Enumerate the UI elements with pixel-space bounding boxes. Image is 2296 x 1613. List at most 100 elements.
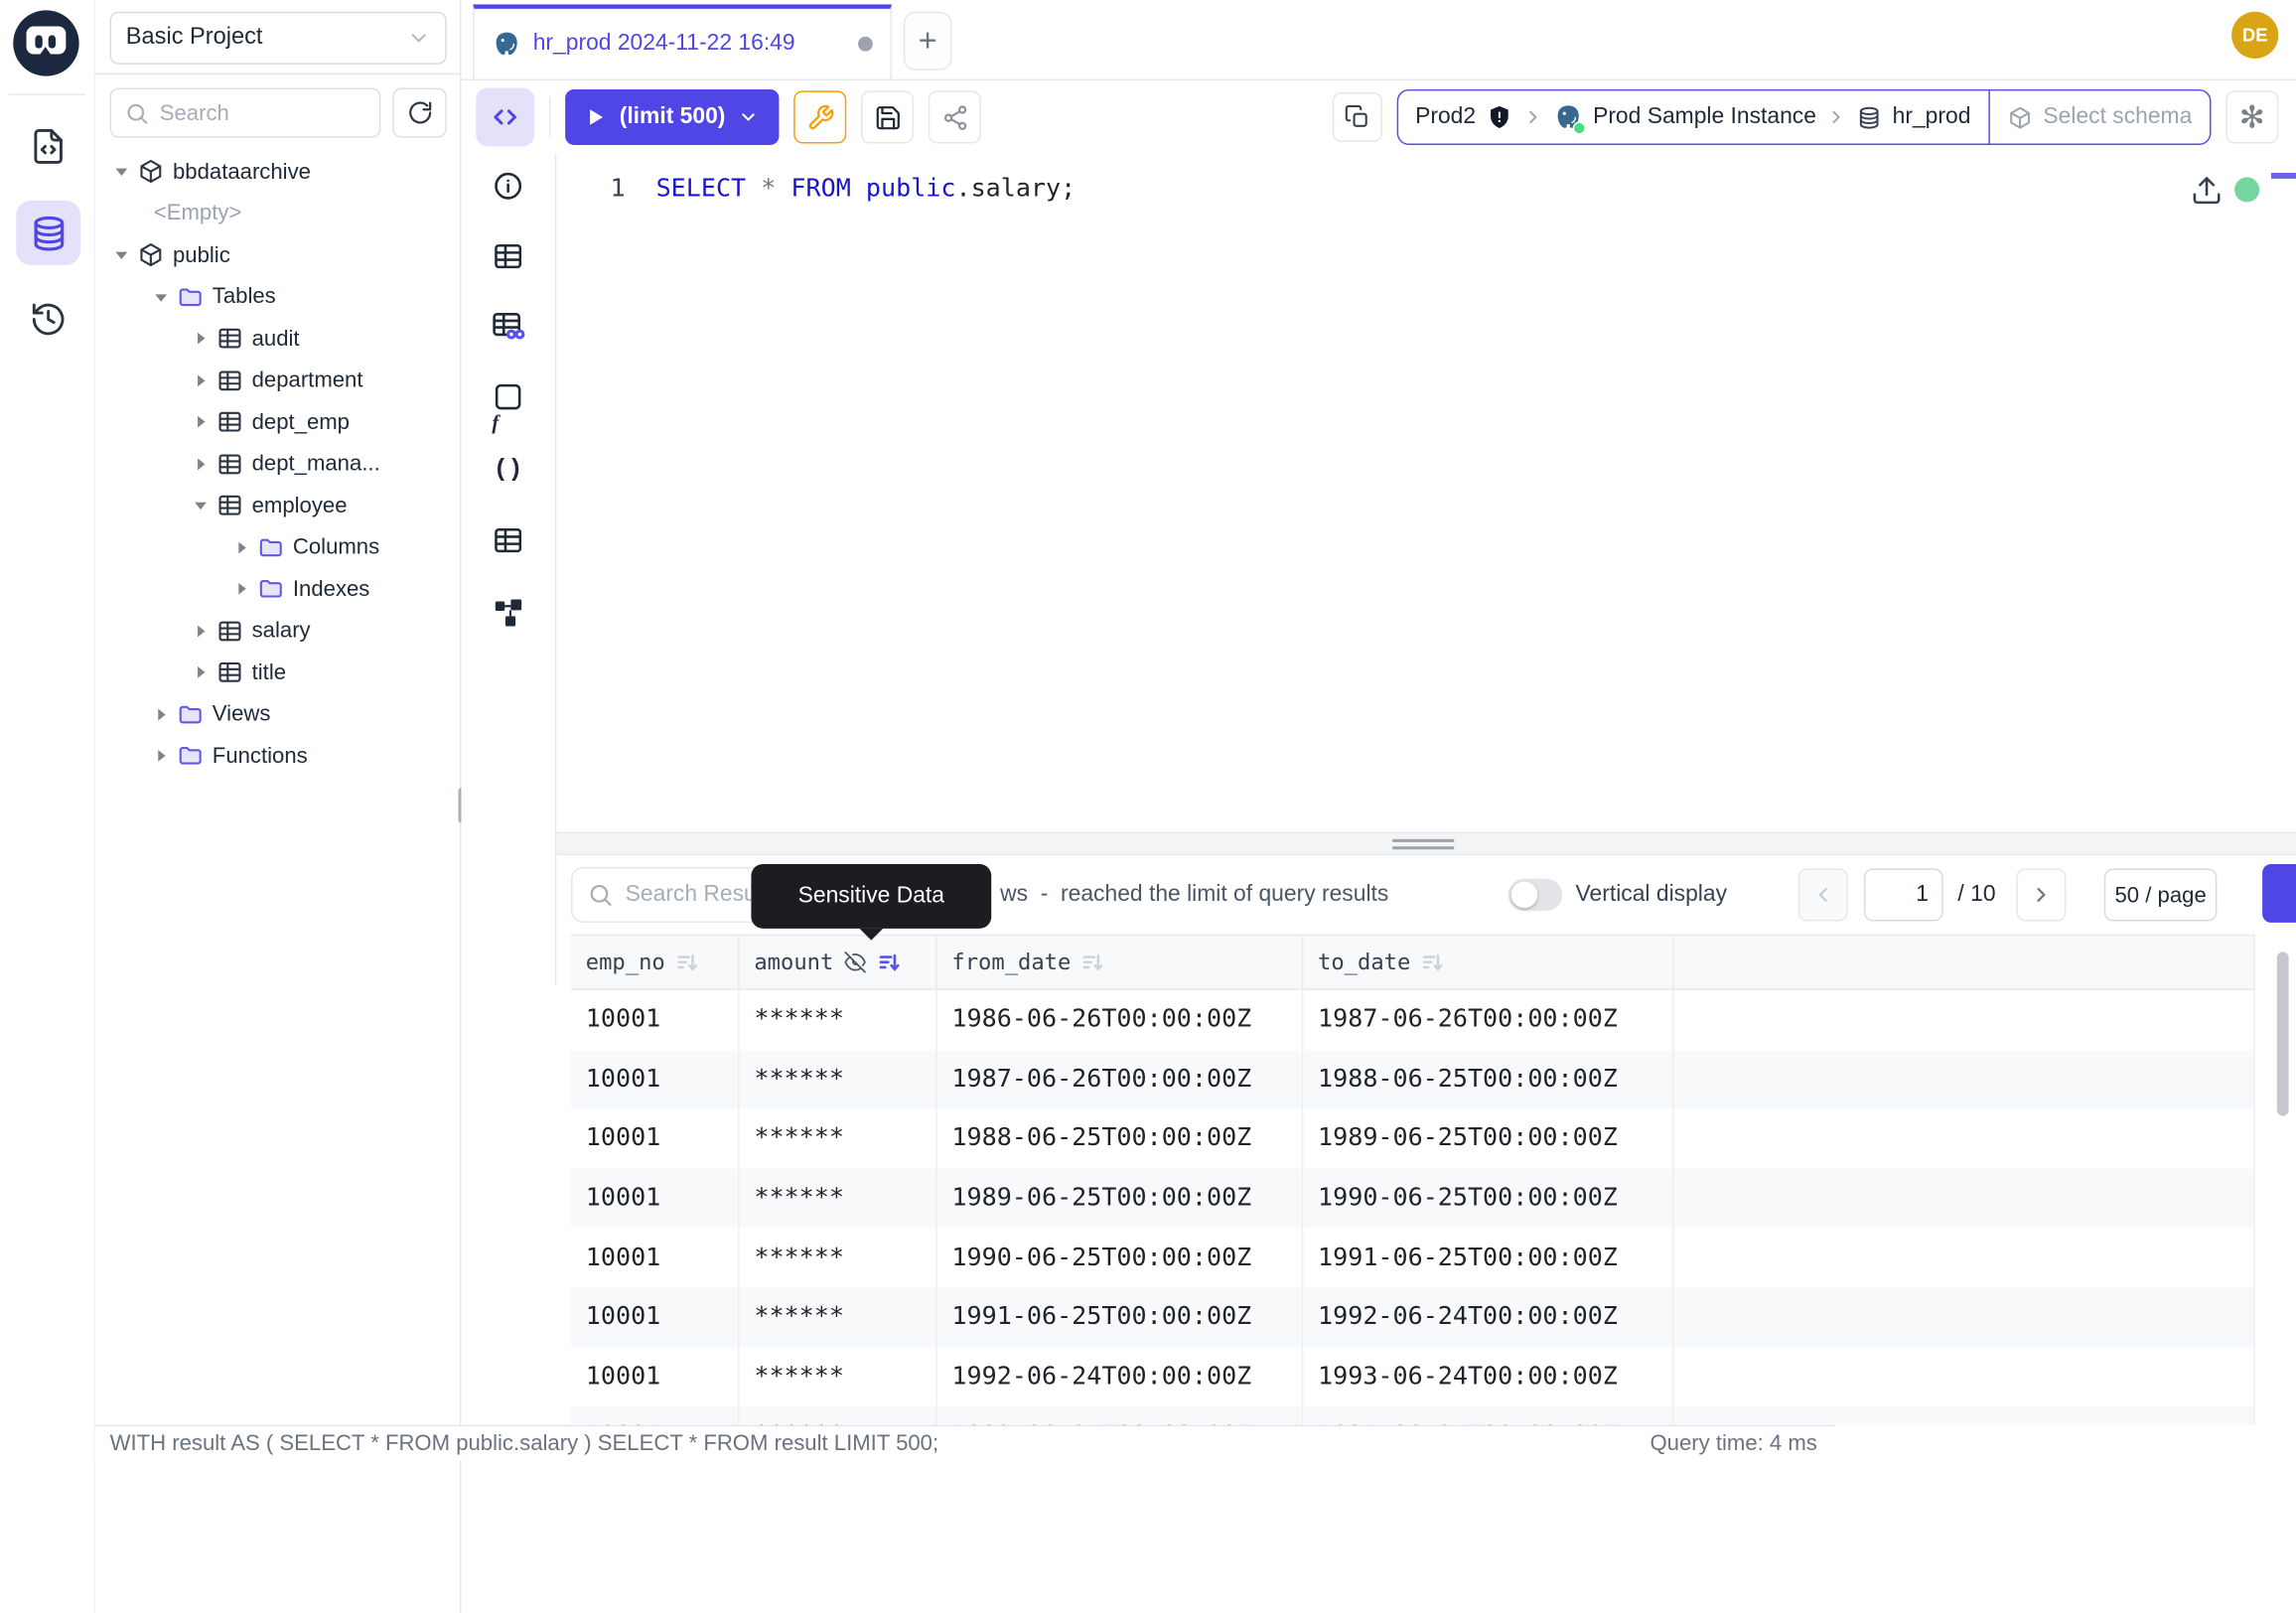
connection-health-dot xyxy=(2234,177,2259,202)
sql-keyword: FROM xyxy=(790,174,850,203)
upload-sql-button[interactable] xyxy=(2191,174,2223,206)
environment-label: Prod2 xyxy=(1415,104,1476,131)
panel-splitter[interactable] xyxy=(556,832,2296,856)
postgres-icon xyxy=(1553,102,1582,131)
prev-page-button[interactable] xyxy=(1798,868,1848,921)
executed-sql-text: WITH result AS ( SELECT * FROM public.sa… xyxy=(110,1426,939,1461)
tree-item-public[interactable]: public xyxy=(95,234,462,276)
user-avatar[interactable]: DE xyxy=(2231,12,2278,59)
table-row[interactable]: 10001 ****** 1986-06-26T00:00:00Z 1987-0… xyxy=(571,990,2255,1050)
functions-panel-button[interactable]: f xyxy=(491,379,525,414)
tree-item-audit[interactable]: audit xyxy=(95,318,462,360)
tree-item-salary[interactable]: salary xyxy=(95,610,462,652)
caret-down-icon[interactable] xyxy=(154,290,169,305)
tree-item-bbdataarchive[interactable]: bbdataarchive xyxy=(95,151,462,193)
openai-icon: ✻ xyxy=(2239,99,2265,136)
caret-right-icon[interactable] xyxy=(234,582,249,597)
sql-code-line[interactable]: SELECT * FROM public.salary; xyxy=(656,174,1076,203)
column-header-emp_no[interactable]: emp_no xyxy=(571,936,740,988)
tree-item-department[interactable]: department xyxy=(95,360,462,401)
caret-down-icon[interactable] xyxy=(194,499,209,513)
add-tab-button[interactable]: + xyxy=(904,12,952,71)
ai-assistant-button[interactable]: ✻ xyxy=(2225,90,2278,143)
column-header-from_date[interactable]: from_date xyxy=(937,936,1304,988)
caret-right-icon[interactable] xyxy=(194,373,209,388)
run-query-button[interactable]: (limit 500) xyxy=(565,89,780,145)
caret-down-icon[interactable] xyxy=(114,248,129,263)
table-row[interactable]: 10001 ****** 1992-06-24T00:00:00Z 1993-0… xyxy=(571,1347,2255,1406)
refresh-schema-button[interactable] xyxy=(392,87,447,137)
database-icon xyxy=(29,214,69,253)
tree-item-dept_emp[interactable]: dept_emp xyxy=(95,401,462,443)
next-page-button[interactable] xyxy=(2016,868,2066,921)
shield-alert-icon xyxy=(1486,104,1512,131)
table-row[interactable]: 10001 ****** 1989-06-25T00:00:00Z 1990-0… xyxy=(571,1168,2255,1228)
column-header-amount[interactable]: amount xyxy=(740,936,937,988)
info-icon xyxy=(492,170,523,202)
results-scrollbar-thumb[interactable] xyxy=(2277,952,2289,1115)
tree-item-columns[interactable]: Columns xyxy=(95,526,462,568)
export-button[interactable] xyxy=(2262,864,2296,923)
database-nav-button[interactable] xyxy=(16,201,80,265)
bytebase-logo-icon[interactable] xyxy=(13,10,78,75)
schema-package-icon xyxy=(138,159,165,186)
share-button[interactable] xyxy=(929,90,981,143)
sql-keyword: SELECT xyxy=(656,174,747,203)
tree-item-functions[interactable]: Functions xyxy=(95,735,462,777)
tree-item-title[interactable]: title xyxy=(95,652,462,693)
history-nav-button[interactable] xyxy=(16,287,80,352)
sidebar-search-input[interactable] xyxy=(160,100,351,125)
sort-icon[interactable] xyxy=(1081,951,1105,974)
table-row[interactable]: 10001 ****** 1987-06-26T00:00:00Z 1988-0… xyxy=(571,1050,2255,1109)
masking-panel-button[interactable] xyxy=(491,309,525,344)
caret-right-icon[interactable] xyxy=(194,665,209,680)
table-row[interactable]: 10001 ****** 1993-06-24T00:00:00Z 1994-0… xyxy=(571,1406,2255,1425)
schema-selector[interactable]: Select schema xyxy=(1990,90,2210,143)
table-row[interactable]: 10001 ****** 1991-06-25T00:00:00Z 1992-0… xyxy=(571,1287,2255,1347)
table-row[interactable]: 10001 ****** 1988-06-25T00:00:00Z 1989-0… xyxy=(571,1108,2255,1168)
tree-item-dept_manager[interactable]: dept_mana... xyxy=(95,443,462,485)
caret-right-icon[interactable] xyxy=(154,749,169,764)
caret-right-icon[interactable] xyxy=(194,624,209,639)
sql-star: * xyxy=(746,174,790,203)
tree-item-tables[interactable]: Tables xyxy=(95,276,462,318)
column-header-to_date[interactable]: to_date xyxy=(1303,936,1673,988)
tree-item-employee[interactable]: employee xyxy=(95,485,462,526)
worksheet-nav-button[interactable] xyxy=(16,114,80,179)
page-size-select[interactable]: 50 / page xyxy=(2104,868,2218,921)
caret-right-icon[interactable] xyxy=(194,332,209,347)
code-brackets-icon xyxy=(491,102,519,131)
query-time-label: Query time: 4 ms xyxy=(1650,1426,1816,1461)
code-panel-button[interactable] xyxy=(476,87,534,146)
sort-icon-active[interactable] xyxy=(878,951,902,974)
admin-wrench-button[interactable] xyxy=(794,90,847,143)
caret-down-icon[interactable] xyxy=(114,165,129,180)
save-button[interactable] xyxy=(862,90,915,143)
external-tables-panel-button[interactable] xyxy=(491,522,525,557)
schema-diagram-button[interactable] xyxy=(491,595,525,630)
caret-right-icon[interactable] xyxy=(234,540,249,555)
caret-right-icon[interactable] xyxy=(194,415,209,430)
vertical-display-toggle[interactable] xyxy=(1508,879,1563,911)
page-number-input[interactable] xyxy=(1864,868,1943,921)
parentheses-panel-button[interactable]: ( ) xyxy=(491,451,525,486)
sort-icon[interactable] xyxy=(1421,951,1445,974)
run-query-label: (limit 500) xyxy=(620,104,726,131)
database-label: hr_prod xyxy=(1893,104,1971,131)
project-selector[interactable]: Basic Project xyxy=(110,12,447,65)
table-row[interactable]: 10001 ****** 1990-06-25T00:00:00Z 1991-0… xyxy=(571,1228,2255,1287)
connection-breadcrumb[interactable]: Prod2 Prod Sample Instance xyxy=(1397,90,1988,143)
tables-panel-button[interactable] xyxy=(491,238,525,273)
tree-item-views[interactable]: Views xyxy=(95,693,462,735)
search-icon xyxy=(587,882,614,909)
caret-right-icon[interactable] xyxy=(194,457,209,472)
tab-hr-prod[interactable]: hr_prod 2024-11-22 16:49 xyxy=(473,4,892,78)
folder-icon xyxy=(177,284,204,311)
chevron-left-icon xyxy=(1811,883,1835,907)
batch-query-button[interactable] xyxy=(1332,92,1381,142)
caret-right-icon[interactable] xyxy=(154,707,169,722)
tree-item-indexes[interactable]: Indexes xyxy=(95,568,462,610)
save-icon xyxy=(874,103,902,131)
sort-icon[interactable] xyxy=(675,951,699,974)
info-panel-button[interactable] xyxy=(491,169,525,204)
